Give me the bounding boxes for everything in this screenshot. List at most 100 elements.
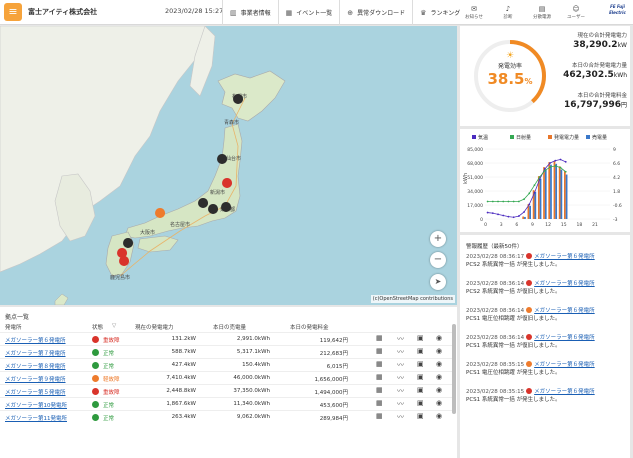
kpi-number: 38,290.2 xyxy=(573,40,618,50)
camera-icon[interactable]: ◉ xyxy=(436,360,442,368)
calendar-icon[interactable]: ▦ xyxy=(376,360,383,368)
nav-factory[interactable]: ▥ 事業者情報 xyxy=(222,0,278,25)
y2-tick-label: 1.8 xyxy=(613,189,620,195)
nav-right-notice[interactable]: ✉ お知らせ xyxy=(457,0,491,25)
calendar-icon[interactable]: ▦ xyxy=(376,347,383,355)
filter-icon[interactable]: ▽ xyxy=(112,323,116,329)
alert-item[interactable]: 2023/02/28 08:35:15 メガソーラー第６発電所 PCS1 系統異常一… xyxy=(466,388,626,404)
alert-site-link[interactable]: メガソーラー第６発電所 xyxy=(534,254,595,260)
calendar-icon[interactable]: ▦ xyxy=(376,334,383,342)
line-point xyxy=(497,200,499,203)
image-icon[interactable]: ▣ xyxy=(417,399,424,407)
calendar-icon[interactable]: ▦ xyxy=(376,373,383,381)
site-name-link[interactable]: メガソーラー第６発電所 xyxy=(5,336,66,344)
site-map[interactable]: 札幌市 青森市 仙台市 新潟市 東京都 名古屋市 大阪市 鹿児島市 + − ➤ … xyxy=(0,26,457,305)
calendar-icon[interactable]: ▦ xyxy=(376,386,383,394)
nav-right-distributed-power[interactable]: ▤ 分散電源 xyxy=(525,0,559,25)
table-row[interactable]: メガソーラー第11発電所 正常 263.4kW 9,062.0kWh 289,984円 ▦… xyxy=(0,410,452,423)
status-dot xyxy=(92,336,99,343)
calendar-icon[interactable]: ▦ xyxy=(376,399,383,407)
alert-message: PCS1 系統異常一括 が復旧しました。 xyxy=(466,343,561,349)
legend-label: 売電量 xyxy=(592,134,607,141)
calendar-icon[interactable]: ▦ xyxy=(376,412,383,420)
alert-status-dot xyxy=(526,280,533,286)
alert-item[interactable]: 2023/02/28 08:36:14 メガソーラー第６発電所 PCS2 系統異常一… xyxy=(466,280,626,296)
city-label: 青森市 xyxy=(224,119,239,126)
camera-icon[interactable]: ◉ xyxy=(436,347,442,355)
table-scrollbar[interactable] xyxy=(452,324,456,414)
camera-icon[interactable]: ◉ xyxy=(436,386,442,394)
line-point xyxy=(512,216,515,219)
x-tick-label: 6 xyxy=(515,222,518,228)
site-name-link[interactable]: メガソーラー第７発電所 xyxy=(5,349,66,357)
camera-icon[interactable]: ◉ xyxy=(436,412,442,420)
alert-site-link[interactable]: メガソーラー第６発電所 xyxy=(534,362,595,368)
table-row[interactable]: メガソーラー第９発電所 軽故障 7,410.4kW 46,000.0kWh 1,656,… xyxy=(0,371,452,384)
locate-button[interactable]: ➤ xyxy=(430,274,446,290)
site-name-link[interactable]: メガソーラー第５発電所 xyxy=(5,388,66,396)
chart-icon[interactable]: 〰 xyxy=(397,360,404,370)
camera-icon[interactable]: ◉ xyxy=(436,373,442,381)
alert-history-title: 警報履歴（最新50件） xyxy=(466,244,523,250)
zoom-out-button[interactable]: − xyxy=(430,252,446,268)
zoom-in-button[interactable]: + xyxy=(430,231,446,247)
generation-chart-panel: 気温 日射量 発電電力量 売電量 85,000 9 68,000 6.6 51,000 4.2 34… xyxy=(460,129,630,232)
alert-site-link[interactable]: メガソーラー第６発電所 xyxy=(534,389,595,395)
image-icon[interactable]: ▣ xyxy=(417,334,424,342)
chart-icon[interactable]: 〰 xyxy=(397,334,404,344)
image-icon[interactable]: ▣ xyxy=(417,412,424,420)
status-dot xyxy=(92,414,99,421)
col-status: 状態 xyxy=(92,325,104,331)
alert-item[interactable]: 2023/02/28 08:35:15 メガソーラー第６発電所 PCS1 電圧位相跳… xyxy=(466,361,626,377)
alert-header: 2023/02/28 08:36:14 メガソーラー第６発電所 xyxy=(466,307,626,315)
efficiency-label: 発電効率 xyxy=(497,63,522,70)
alert-item[interactable]: 2023/02/28 08:36:17 メガソーラー第６発電所 PCS2 系統異常一… xyxy=(466,253,626,269)
chart-icon[interactable]: 〰 xyxy=(397,386,404,396)
alert-status-dot xyxy=(526,307,533,313)
nav-right-diagnosis[interactable]: ♪ 診断 xyxy=(491,0,525,25)
kpi-number: 462,302.5 xyxy=(563,70,614,80)
status-dot xyxy=(92,349,99,356)
current-power: 263.4kW xyxy=(171,414,196,420)
site-name-link[interactable]: メガソーラー第８発電所 xyxy=(5,362,66,370)
alert-time: 2023/02/28 08:36:14 xyxy=(466,335,525,341)
table-row[interactable]: メガソーラー第10発電所 正常 1,867.6kW 11,340.0kWh 453,60… xyxy=(0,397,452,410)
table-row[interactable]: メガソーラー第６発電所 重故障 131.2kW 2,991.0kWh 119,642円 ▦… xyxy=(0,332,452,345)
alert-item[interactable]: 2023/02/28 08:36:14 メガソーラー第６発電所 PCS1 系統異常一… xyxy=(466,334,626,350)
table-row[interactable]: メガソーラー第５発電所 重故障 2,448.8kW 37,350.0kWh 1,494,… xyxy=(0,384,452,397)
legend-label: 発電電力量 xyxy=(554,134,579,141)
table-row[interactable]: メガソーラー第７発電所 正常 588.7kW 5,317.1kWh 212,683円 ▦ 〰… xyxy=(0,345,452,358)
image-icon[interactable]: ▣ xyxy=(417,373,424,381)
line-point xyxy=(564,170,567,173)
alert-message: PCS1 電圧位相跳躍 が発生しました。 xyxy=(466,370,561,376)
nav-download[interactable]: ⊕ 異常ダウンロード xyxy=(339,0,412,25)
nav-calendar[interactable]: ▦ イベント一覧 xyxy=(277,0,340,25)
site-name-link[interactable]: メガソーラー第11発電所 xyxy=(5,414,67,422)
alert-item[interactable]: 2023/02/28 08:36:14 メガソーラー第６発電所 PCS1 電圧位相跳… xyxy=(466,307,626,323)
chart-icon[interactable]: 〰 xyxy=(397,412,404,422)
site-name-link[interactable]: メガソーラー第９発電所 xyxy=(5,375,66,383)
chart-icon[interactable]: 〰 xyxy=(397,347,404,357)
alert-site-link[interactable]: メガソーラー第６発電所 xyxy=(534,335,595,341)
menu-button[interactable]: ≡ xyxy=(4,3,22,21)
y-tick-label: 17,000 xyxy=(467,203,483,209)
camera-icon[interactable]: ◉ xyxy=(436,334,442,342)
y2-tick-label: 4.2 xyxy=(613,175,620,181)
line-point xyxy=(502,214,505,217)
site-name-link[interactable]: メガソーラー第10発電所 xyxy=(5,401,67,409)
chart-icon[interactable]: 〰 xyxy=(397,399,404,409)
x-tick-label: 12 xyxy=(545,222,551,228)
chart-icon[interactable]: 〰 xyxy=(397,373,404,383)
alert-site-link[interactable]: メガソーラー第６発電所 xyxy=(534,308,595,314)
table-row[interactable]: メガソーラー第８発電所 正常 427.4kW 150.4kWh 6,015円 ▦ 〰 ▣ ◉ xyxy=(0,358,452,371)
line-point xyxy=(528,192,531,195)
camera-icon[interactable]: ◉ xyxy=(436,399,442,407)
line-point xyxy=(491,212,494,215)
image-icon[interactable]: ▣ xyxy=(417,360,424,368)
alert-site-link[interactable]: メガソーラー第６発電所 xyxy=(534,281,595,287)
kpi-label: 本日の合計発電料金 xyxy=(577,93,627,99)
image-icon[interactable]: ▣ xyxy=(417,386,424,394)
nav-right-user[interactable]: ☺ ユーザー xyxy=(559,0,593,25)
current-power: 1,867.6kW xyxy=(166,401,196,407)
image-icon[interactable]: ▣ xyxy=(417,347,424,355)
